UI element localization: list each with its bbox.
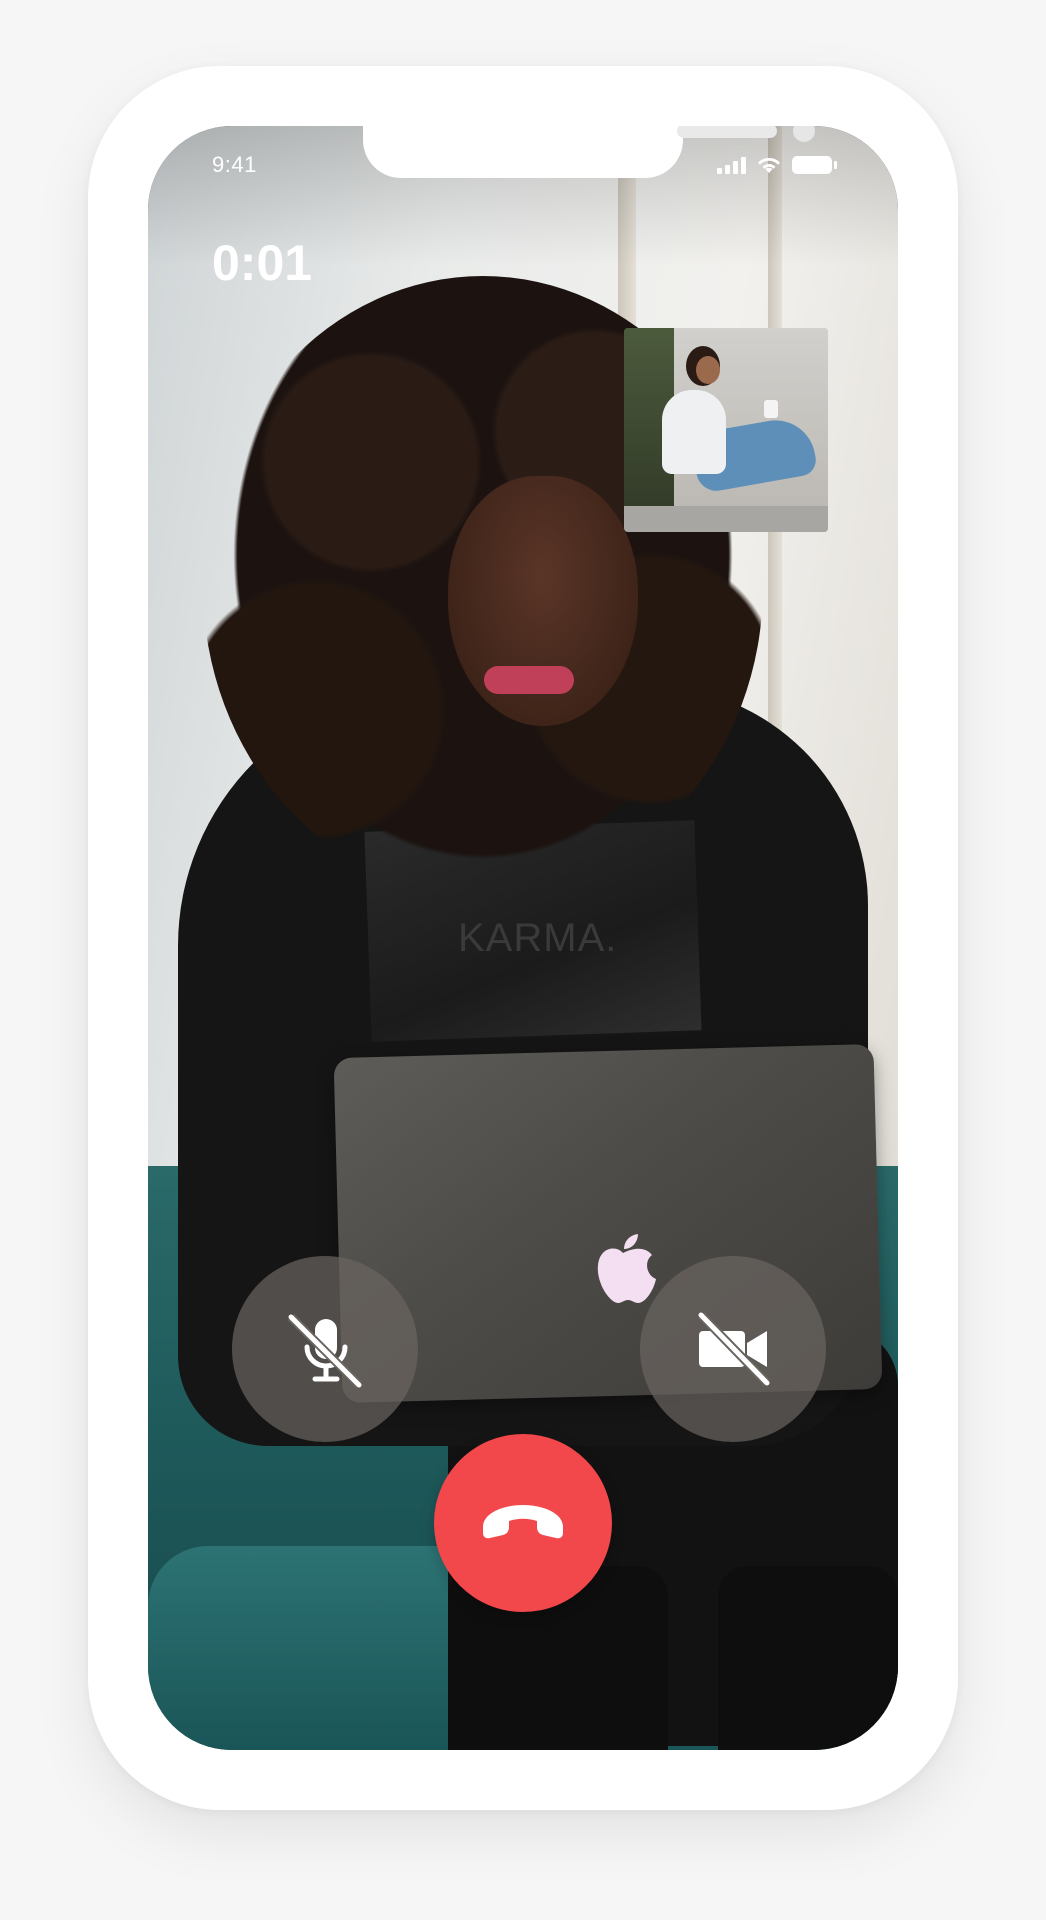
status-icons [717, 154, 837, 176]
camera-toggle-button[interactable] [640, 1256, 826, 1442]
video-camera-slash-icon [687, 1303, 779, 1395]
phone-frame: KARMA. 9:41 0:01 [88, 66, 958, 1810]
phone-hangup-icon [475, 1493, 571, 1553]
shirt-text: KARMA. [458, 916, 618, 960]
wifi-icon [756, 155, 782, 175]
mute-button[interactable] [232, 1256, 418, 1442]
notch [363, 126, 815, 178]
cellular-signal-icon [717, 156, 746, 174]
microphone-slash-icon [279, 1303, 371, 1395]
end-call-button[interactable] [434, 1434, 612, 1612]
self-view-thumbnail[interactable] [624, 328, 828, 532]
battery-icon [792, 156, 837, 174]
call-screen: KARMA. 9:41 0:01 [148, 126, 898, 1750]
speaker-grille [677, 126, 777, 138]
status-time: 9:41 [212, 152, 257, 177]
apple-logo-icon [588, 1231, 658, 1311]
call-timer: 0:01 [212, 235, 313, 291]
